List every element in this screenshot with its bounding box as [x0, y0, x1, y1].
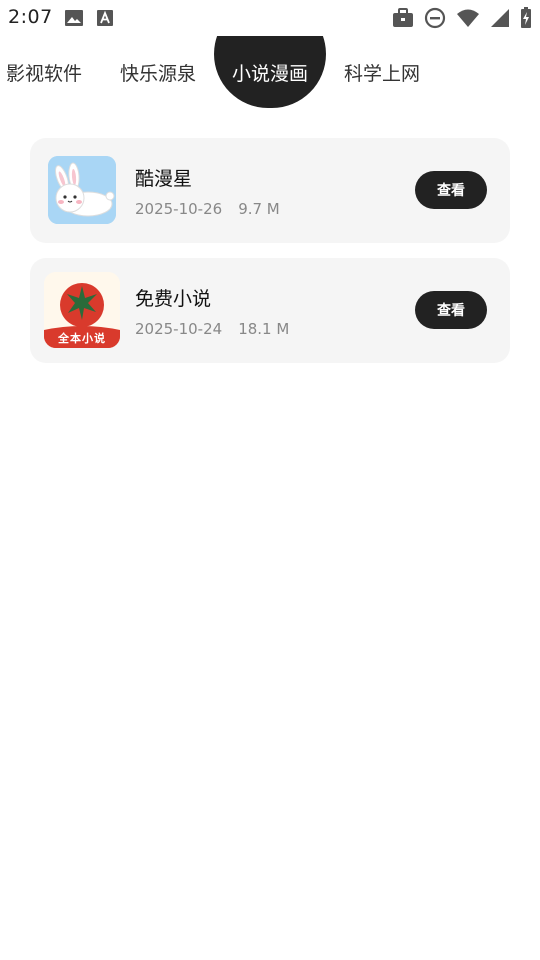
battery-charging-icon: [520, 7, 532, 29]
app-meta: 2025-10-24 18.1 M: [135, 320, 289, 338]
category-tabs: 影视软件 快乐源泉 小说漫画 科学上网: [0, 36, 540, 108]
list-item[interactable]: 酷漫星 2025-10-26 9.7 M 查看: [30, 138, 510, 243]
tab-2[interactable]: 小说漫画: [214, 36, 326, 108]
app-icon-caption: 全本小说: [58, 332, 106, 345]
tab-label: 科学上网: [343, 62, 420, 85]
tab-0[interactable]: 影视软件: [6, 36, 106, 108]
app-list: 酷漫星 2025-10-26 9.7 M 查看 全本小说 免费小说 2025-1…: [30, 138, 510, 378]
tab-label: 影视软件: [6, 62, 83, 85]
tomato-novel-app-icon: 全本小说: [44, 272, 120, 348]
tab-3[interactable]: 科学上网: [330, 36, 434, 108]
do-not-disturb-icon: [424, 7, 446, 29]
wifi-icon: [456, 8, 480, 28]
view-button[interactable]: 查看: [415, 171, 487, 209]
status-time: 2:07: [8, 6, 53, 28]
briefcase-icon: [392, 8, 414, 28]
tab-label: 小说漫画: [231, 62, 308, 85]
image-icon: [64, 9, 84, 27]
tab-label: 快乐源泉: [119, 62, 196, 85]
app-date: 2025-10-26: [135, 200, 223, 218]
bunny-app-icon: [48, 156, 116, 224]
status-bar: 2:07: [0, 0, 540, 36]
app-name: 免费小说: [135, 288, 212, 310]
app-name: 酷漫星: [135, 168, 193, 190]
font-a-icon: [96, 9, 114, 27]
signal-icon: [490, 8, 510, 28]
view-button[interactable]: 查看: [415, 291, 487, 329]
tab-1[interactable]: 快乐源泉: [106, 36, 210, 108]
app-size: 9.7 M: [238, 200, 280, 218]
list-item[interactable]: 全本小说 免费小说 2025-10-24 18.1 M 查看: [30, 258, 510, 363]
app-date: 2025-10-24: [135, 320, 223, 338]
app-size: 18.1 M: [238, 320, 290, 338]
app-meta: 2025-10-26 9.7 M: [135, 200, 280, 218]
